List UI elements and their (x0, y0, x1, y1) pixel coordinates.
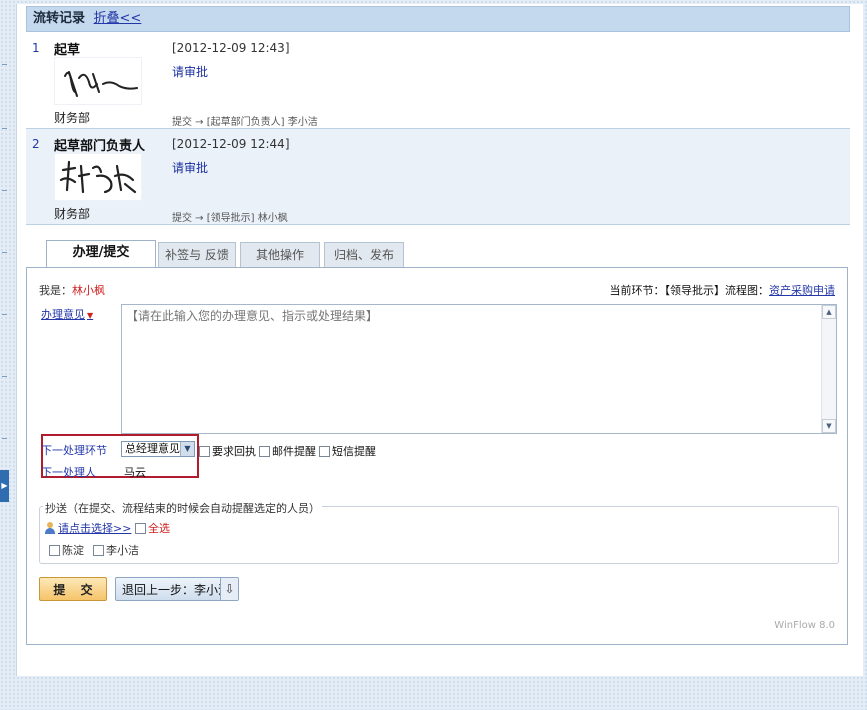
checkbox-cc-person[interactable] (93, 545, 104, 556)
handle-panel: 我是：林小枫 当前环节：【领导批示】流程图：资产采购申请 办理意见▼ ▲ ▼ 下… (26, 267, 848, 645)
next-step-select[interactable]: 总经理意见 ▼ (121, 441, 195, 457)
record-trace: 提交 → [领导批示] 林小枫 (172, 213, 288, 224)
cc-person-name: 陈淀 (62, 544, 84, 557)
signature-image (54, 153, 142, 201)
record-number: 1 (32, 41, 40, 55)
record-opinion: 请审批 (172, 65, 209, 79)
option-receipt-label: 要求回执 (212, 445, 256, 458)
tab-other-actions[interactable]: 其他操作 (240, 242, 320, 268)
checkbox-cc-person[interactable] (49, 545, 60, 556)
record-number: 2 (32, 137, 40, 151)
checkbox-sms[interactable] (319, 446, 330, 457)
cc-pick[interactable]: 请点击选择>> (45, 520, 131, 536)
opinion-scrollbar[interactable]: ▲ ▼ (821, 305, 836, 433)
scroll-down-icon[interactable]: ▼ (822, 419, 836, 433)
next-person-value: 马云 (124, 466, 146, 479)
option-sms-label: 短信提醒 (332, 445, 376, 458)
current-user: 我是：林小枫 (39, 282, 105, 298)
cc-select-all-label: 全选 (148, 522, 170, 535)
cc-select-all[interactable]: 全选 (135, 520, 170, 536)
record-trace: 提交 → [起草部门负责人] 李小洁 (172, 117, 318, 128)
tab-countersign-feedback[interactable]: 补签与 反馈 (158, 242, 236, 268)
cc-legend: 抄送（在提交、流程结束的时候会自动提醒选定的人员） (43, 500, 322, 516)
cc-person[interactable]: 李小洁 (93, 542, 139, 558)
current-step: 当前环节：【领导批示】流程图：资产采购申请 (610, 282, 836, 298)
user-icon (45, 522, 55, 534)
arrow-down-icon[interactable]: ⇩ (220, 578, 238, 600)
option-email-label: 邮件提醒 (272, 445, 316, 458)
return-previous-button[interactable]: 退回上一步：李小洁 ⇩ (115, 577, 239, 601)
current-user-name: 林小枫 (72, 284, 105, 297)
current-step-text: 当前环节：【领导批示】流程图： (609, 284, 770, 297)
tab-archive-publish[interactable]: 归档、发布 (324, 242, 404, 268)
tab-handle-submit[interactable]: 办理/提交 (46, 240, 156, 269)
checkbox-receipt[interactable] (199, 446, 210, 457)
checkbox-email[interactable] (259, 446, 270, 457)
flow-record-title: 流转记录 (33, 11, 86, 26)
record-time: [2012-12-09 12:44] (172, 137, 290, 151)
collapse-link[interactable]: 折叠<< (94, 11, 142, 26)
checkbox-select-all[interactable] (135, 523, 146, 534)
record-time: [2012-12-09 12:43] (172, 41, 290, 55)
scroll-up-icon[interactable]: ▲ (822, 305, 836, 319)
version-label: WinFlow 8.0 (774, 620, 835, 631)
option-receipt[interactable]: 要求回执 (199, 443, 256, 459)
opinion-dropdown-icon[interactable]: ▼ (87, 311, 93, 320)
next-step-selected: 总经理意见 (125, 442, 180, 455)
current-user-label: 我是： (39, 284, 72, 297)
flowchart-link[interactable]: 资产采购申请 (769, 284, 835, 297)
record-opinion: 请审批 (172, 161, 209, 175)
cc-person-name: 李小洁 (106, 544, 139, 557)
submit-button[interactable]: 提 交 (39, 577, 107, 601)
cc-person[interactable]: 陈淀 (49, 542, 84, 558)
flow-record-header: 流转记录 折叠<< (26, 6, 850, 32)
next-step-label: 下一处理环节 (41, 444, 107, 457)
record-department: 财务部 (54, 207, 91, 221)
flow-record-1: 1 起草 财务部 [2012-12-09 12:43] 请审批 提交 → [起草… (26, 33, 850, 129)
record-department: 财务部 (54, 111, 91, 125)
opinion-label-text: 办理意见 (41, 308, 85, 321)
return-previous-label: 退回上一步：李小洁 (122, 582, 231, 597)
next-person-label: 下一处理人 (41, 466, 96, 479)
chevron-down-icon[interactable]: ▼ (180, 442, 194, 456)
record-role: 起草部门负责人 (54, 139, 146, 154)
left-strip (0, 0, 10, 710)
option-email[interactable]: 邮件提醒 (259, 443, 316, 459)
flow-record-2: 2 起草部门负责人 财务部 [2012-12-09 12:44] 请审批 提交 … (26, 129, 850, 225)
sidebar-collapse-handle[interactable]: ▶ (0, 470, 9, 502)
signature-image (54, 57, 142, 105)
opinion-textarea[interactable] (121, 304, 837, 434)
opinion-label[interactable]: 办理意见 ▼ (41, 306, 93, 322)
cc-pick-link[interactable]: 请点击选择>> (58, 522, 131, 535)
option-sms[interactable]: 短信提醒 (319, 443, 376, 459)
record-role: 起草 (54, 43, 81, 58)
